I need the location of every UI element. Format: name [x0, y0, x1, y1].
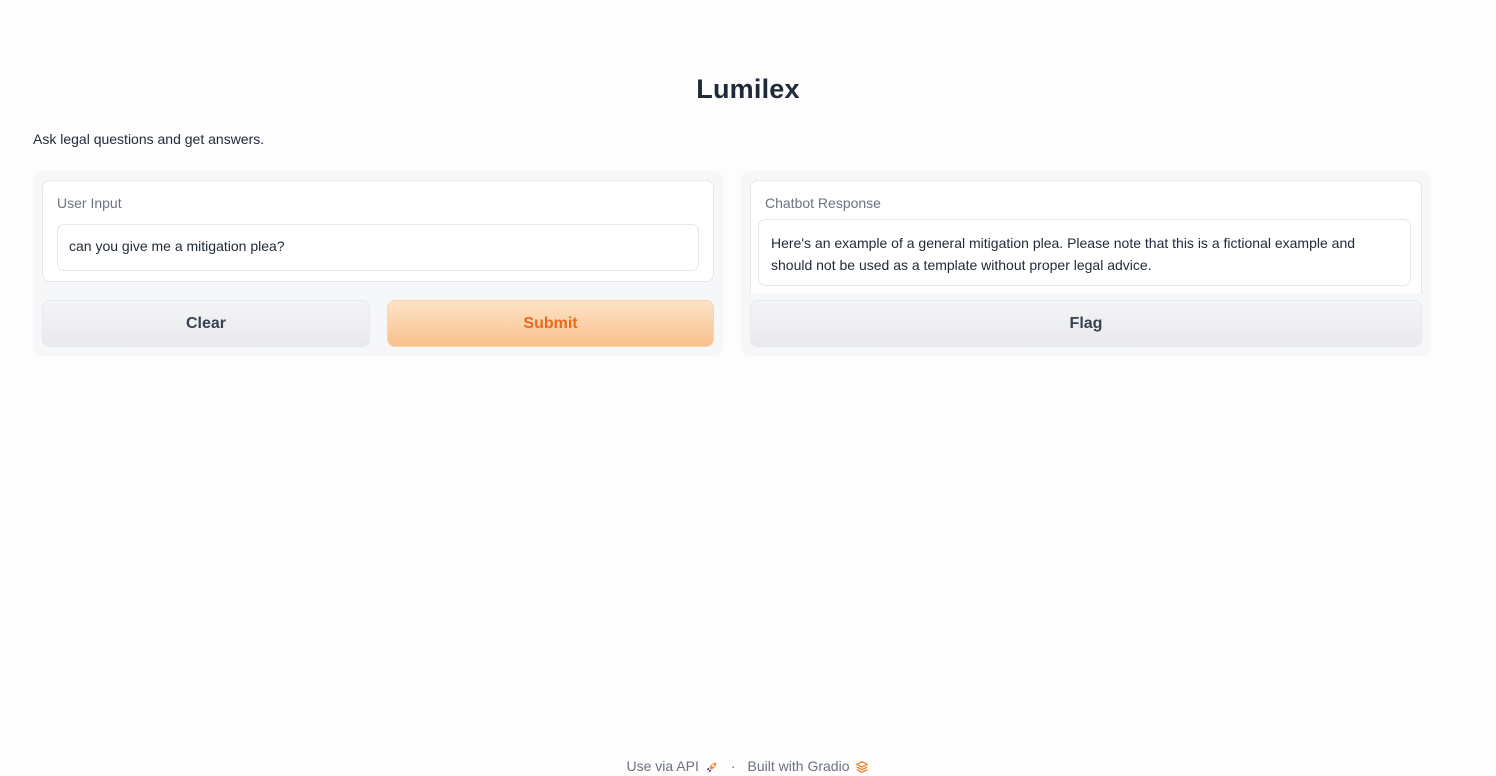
gradio-logo-icon: [855, 758, 869, 774]
use-via-api-link[interactable]: Use via API: [627, 758, 699, 774]
page-title: Lumilex: [696, 74, 800, 104]
chatbot-response-label: Chatbot Response: [765, 195, 881, 211]
footer-separator: ·: [730, 758, 736, 775]
built-with-gradio-link[interactable]: Built with Gradio: [748, 758, 850, 774]
page-description: Ask legal questions and get answers.: [33, 131, 265, 147]
chatbot-response-block: Chatbot Response Here's an example of a …: [750, 180, 1422, 293]
footer: Use via API · Built with Gradio: [0, 758, 1496, 774]
submit-button[interactable]: Submit: [387, 300, 714, 347]
user-input-label: User Input: [57, 195, 122, 211]
rocket-icon: [705, 758, 719, 774]
flag-button[interactable]: Flag: [750, 300, 1422, 347]
output-panel: Chatbot Response Here's an example of a …: [741, 171, 1431, 356]
input-panel: User Input can you give me a mitigation …: [33, 171, 723, 356]
user-input-field[interactable]: can you give me a mitigation plea?: [57, 224, 699, 271]
clear-button[interactable]: Clear: [42, 300, 370, 347]
chatbot-response-field[interactable]: Here's an example of a general mitigatio…: [758, 219, 1411, 286]
user-input-block: User Input can you give me a mitigation …: [42, 180, 714, 282]
